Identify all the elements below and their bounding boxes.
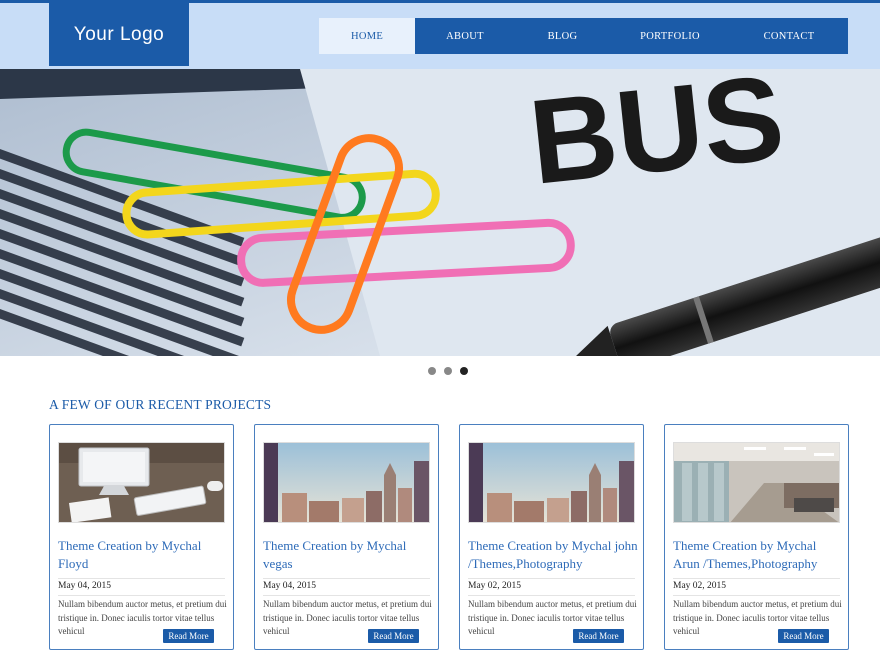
project-title[interactable]: Theme Creation by Mychal Floyd	[58, 537, 228, 573]
nav-item-portfolio[interactable]: PORTFOLIO	[610, 18, 730, 54]
project-title[interactable]: Theme Creation by Mychal vegas	[263, 537, 433, 573]
office-image	[674, 443, 839, 522]
project-card: Theme Creation by Mychal vegas May 04, 2…	[254, 424, 439, 650]
nav-item-home[interactable]: HOME	[319, 18, 415, 54]
read-more-button[interactable]: Read More	[573, 629, 624, 643]
project-date: May 04, 2015	[263, 581, 317, 591]
read-more-button[interactable]: Read More	[778, 629, 829, 643]
city-image	[264, 443, 429, 522]
divider	[468, 595, 635, 596]
divider	[263, 595, 430, 596]
project-title[interactable]: Theme Creation by Mychal Arun /Themes,Ph…	[673, 537, 843, 573]
hero-illustration: BUS	[0, 69, 880, 356]
site-logo[interactable]: Your Logo	[49, 3, 189, 66]
divider	[673, 578, 840, 579]
project-date: May 04, 2015	[58, 581, 112, 591]
nav-item-about[interactable]: ABOUT	[415, 18, 515, 54]
project-date: May 02, 2015	[468, 581, 522, 591]
nav-item-blog[interactable]: BLOG	[515, 18, 610, 54]
read-more-button[interactable]: Read More	[163, 629, 214, 643]
hero-slider-image: BUS	[0, 69, 880, 356]
project-thumbnail[interactable]	[673, 442, 840, 523]
divider	[58, 578, 225, 579]
project-card: Theme Creation by Mychal john /Themes,Ph…	[459, 424, 644, 650]
divider	[673, 595, 840, 596]
nav-item-contact[interactable]: CONTACT	[730, 18, 848, 54]
project-date: May 02, 2015	[673, 581, 727, 591]
project-thumbnail[interactable]	[263, 442, 430, 523]
section-title: A FEW OF OUR RECENT PROJECTS	[49, 397, 272, 412]
slider-dots	[428, 367, 468, 375]
slider-dot-1[interactable]	[428, 367, 436, 375]
city-image	[469, 443, 634, 522]
project-card: Theme Creation by Mychal Floyd May 04, 2…	[49, 424, 234, 650]
slider-dot-3[interactable]	[460, 367, 468, 375]
project-thumbnail[interactable]	[468, 442, 635, 523]
read-more-button[interactable]: Read More	[368, 629, 419, 643]
divider	[58, 595, 225, 596]
slider-dot-2[interactable]	[444, 367, 452, 375]
site-header: Your Logo HOME ABOUT BLOG PORTFOLIO CONT…	[0, 0, 880, 69]
desk-image	[59, 443, 224, 522]
divider	[263, 578, 430, 579]
project-thumbnail[interactable]	[58, 442, 225, 523]
project-title[interactable]: Theme Creation by Mychal john /Themes,Ph…	[468, 537, 638, 573]
project-card: Theme Creation by Mychal Arun /Themes,Ph…	[664, 424, 849, 650]
divider	[468, 578, 635, 579]
main-nav: HOME ABOUT BLOG PORTFOLIO CONTACT	[319, 18, 848, 54]
